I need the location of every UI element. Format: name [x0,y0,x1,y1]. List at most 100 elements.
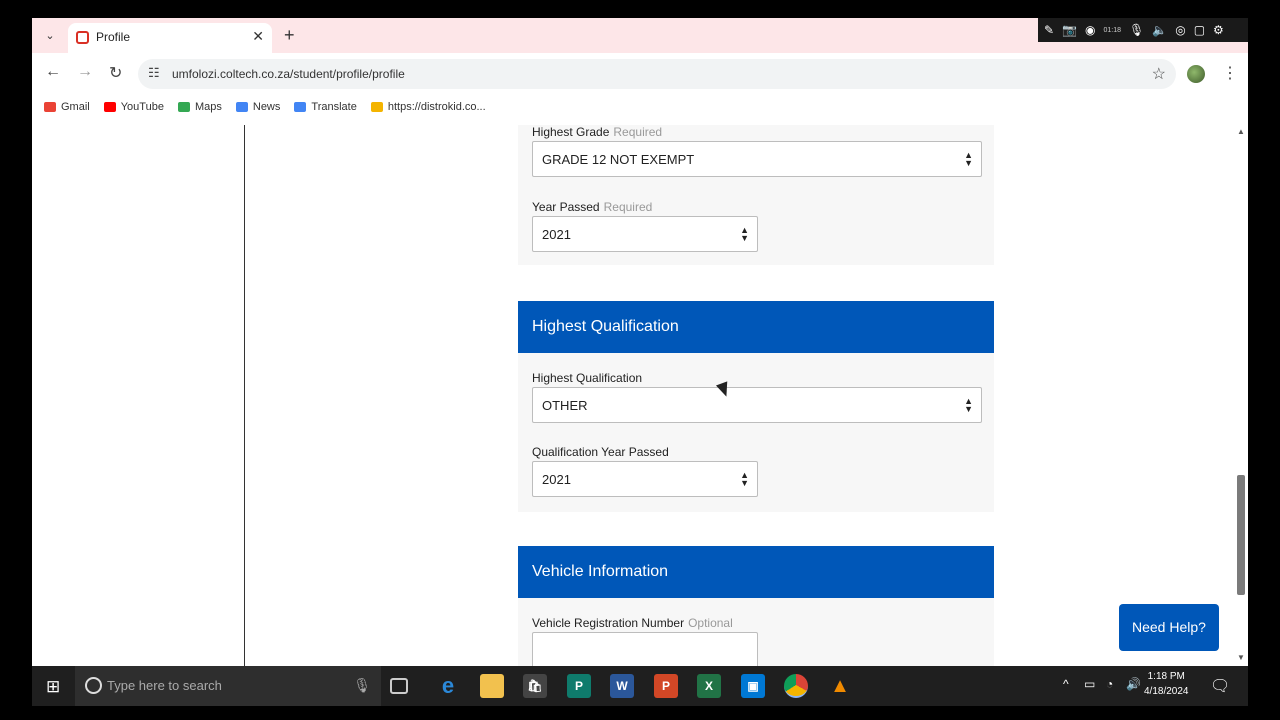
task-view-icon[interactable] [390,678,408,694]
volume-icon[interactable]: 🔊 [1126,677,1141,691]
bookmark-item[interactable]: News [235,101,281,113]
select-arrow-icon: ▲ ▼ [964,396,973,414]
reload-icon[interactable]: ↻ [109,63,122,83]
qualification-year-label: Qualification Year Passed [532,445,669,459]
qualification-year-select[interactable]: 2021 ▲ ▼ [532,461,758,497]
qualification-year-value: 2021 [542,472,571,487]
pen-icon[interactable]: ✎ [1044,23,1054,37]
address-bar[interactable]: ☷ umfolozi.coltech.co.za/student/profile… [138,59,1176,89]
tab-title: Profile [96,30,131,44]
tab-profile[interactable]: Profile ✕ [68,23,272,53]
highest-qualification-label: Highest Qualification [532,371,643,385]
highest-grade-value: GRADE 12 NOT EXEMPT [542,152,695,167]
camera-icon[interactable]: 📷 [1062,23,1077,37]
browser-toolbar: ← → ↻ ☷ umfolozi.coltech.co.za/student/p… [32,53,1248,95]
highest-qualification-value: OTHER [542,398,588,413]
chrome-icon[interactable] [784,674,808,698]
section-title: Highest Qualification [532,318,679,335]
section-title: Vehicle Information [532,563,669,580]
clock-date: 4/18/2024 [1144,686,1189,697]
app-icon[interactable]: ▣ [741,674,765,698]
close-tab-icon[interactable]: ✕ [252,28,264,45]
page-content: Highest Grade Required GRADE 12 NOT EXEMP… [32,125,1248,666]
vehicle-registration-label: Vehicle Registration Number Optional [532,616,733,630]
word-icon[interactable]: W [610,674,634,698]
cortana-icon [85,677,102,694]
wifi-icon[interactable]: ◔ [1106,677,1113,691]
highest-qualification-header: Highest Qualification [518,301,994,353]
publisher-icon[interactable]: P [567,674,591,698]
vehicle-information-header: Vehicle Information [518,546,994,598]
bookmark-label: YouTube [120,101,164,113]
powerpoint-icon[interactable]: P [654,674,678,698]
bookmark-label: Translate [311,101,357,113]
vlc-icon[interactable]: ▲ [828,674,852,698]
scroll-up-icon[interactable]: ▲ [1237,127,1245,136]
battery-icon: ▭ [1084,677,1096,691]
need-help-button[interactable]: Need Help? [1119,604,1219,651]
bookmark-star-icon[interactable]: ☆ [1152,64,1166,84]
bookmark-item[interactable]: Maps [177,101,222,113]
notification-center-icon[interactable]: 🗨 [1210,676,1230,696]
tab-search-chevron-icon[interactable]: ⌄ [40,26,60,46]
system-clock[interactable]: 1:18 PM 4/18/2024 [1144,669,1189,699]
page-scrollbar[interactable]: ▲ ▼ [1234,125,1248,666]
url-text[interactable]: umfolozi.coltech.co.za/student/profile/p… [172,67,405,81]
microphone-icon[interactable]: 🎙 [1129,23,1144,37]
record-icon[interactable]: ◉ [1085,23,1095,37]
store-icon[interactable]: 🛍 [523,674,547,698]
speaker-icon[interactable]: 🔈 [1152,23,1167,37]
bookmark-item[interactable]: YouTube [103,101,164,113]
youtube-icon [103,102,116,112]
more-menu-icon[interactable]: ⋮ [1222,63,1238,83]
year-passed-label: Year Passed Required [532,200,653,214]
excel-icon[interactable]: X [697,674,721,698]
profile-avatar[interactable] [1187,65,1205,83]
maps-icon [177,102,190,112]
settings-gear-icon[interactable]: ⚙ [1213,23,1224,37]
browser-window: ⌄ Profile ✕ + ✎ 📷 ◉ 01:18 🎙 🔈 ◎ ▢ ⚙ ← → … [32,18,1248,666]
windows-start-icon[interactable]: ⊞ [46,677,60,697]
window-icon[interactable]: ▢ [1194,23,1205,37]
bookmark-label: Maps [194,101,222,113]
site-favicon-icon [76,31,89,44]
highest-grade-label: Highest Grade Required [532,125,663,139]
vehicle-registration-input[interactable] [532,632,758,666]
webcam-icon[interactable]: ◎ [1175,23,1185,37]
highest-qualification-select[interactable]: OTHER ▲ ▼ [532,387,982,423]
site-info-icon[interactable]: ☷ [148,65,160,81]
microphone-icon[interactable]: 🎙 [353,677,371,694]
year-passed-select[interactable]: 2021 ▲ ▼ [532,216,758,252]
select-arrow-icon: ▲ ▼ [740,470,749,488]
forward-arrow-icon[interactable]: → [77,63,93,81]
select-arrow-icon: ▲ ▼ [964,150,973,168]
need-help-label: Need Help? [1132,619,1206,635]
taskbar-search[interactable]: Type here to search 🎙 [75,666,381,706]
bookmark-item[interactable]: Translate [294,101,357,113]
bookmark-label: News [252,101,281,113]
recorder-time: 01:18 [1103,26,1122,34]
file-explorer-icon[interactable] [480,674,504,698]
year-passed-value: 2021 [542,227,571,242]
translate-icon [294,102,307,112]
taskbar-search-placeholder: Type here to search [107,678,222,693]
new-tab-button[interactable]: + [284,25,295,46]
sidebar-divider [244,125,245,666]
bookmarks-bar: Gmail YouTube Maps News Translate https://dis… [32,95,1248,119]
scroll-thumb[interactable] [1237,475,1245,595]
bookmark-item[interactable]: Gmail [44,101,90,113]
tray-chevron-icon[interactable]: ^ [1063,677,1069,691]
edge-icon[interactable]: e [436,673,460,698]
windows-taskbar: ⊞ Type here to search 🎙 e 🛍 P W P X ▣ ▲ … [32,666,1248,706]
bookmark-item[interactable]: https://distrokid.co... [370,101,486,113]
back-arrow-icon[interactable]: ← [45,63,61,81]
highest-grade-select[interactable]: GRADE 12 NOT EXEMPT ▲ ▼ [532,141,982,177]
bookmark-label: https://distrokid.co... [387,101,486,113]
screen-recorder-toolbar: ✎ 📷 ◉ 01:18 🎙 🔈 ◎ ▢ ⚙ [1038,18,1248,42]
tab-strip: ⌄ Profile ✕ + ✎ 📷 ◉ 01:18 🎙 🔈 ◎ ▢ ⚙ [32,18,1248,53]
gmail-icon [44,102,56,112]
select-arrow-icon: ▲ ▼ [740,225,749,243]
news-icon [235,102,248,112]
distrokid-icon [370,102,383,112]
scroll-down-icon[interactable]: ▼ [1237,653,1245,662]
